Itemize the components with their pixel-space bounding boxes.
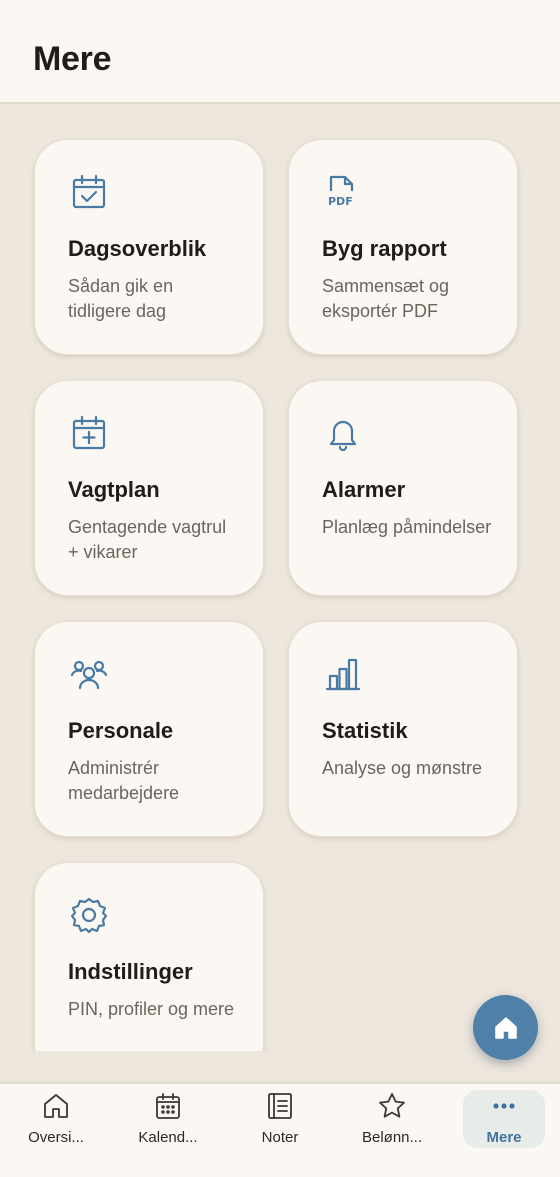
card-title: Personale <box>68 718 174 743</box>
card-personale[interactable]: Personale Administrér medarbejdere <box>34 621 264 837</box>
tab-oversigt[interactable]: Oversi... <box>0 1084 112 1154</box>
page-title: Mere <box>33 40 112 78</box>
card-title: Indstillinger <box>68 959 193 984</box>
card-description: PIN, profiler og mere <box>68 999 235 1019</box>
pdf-file-icon: PDF <box>325 174 361 210</box>
tab-beloenninger[interactable]: Belønn... <box>336 1084 448 1154</box>
card-description: Gentagende vagtrul + vikarer <box>68 517 227 562</box>
card-title: Alarmer <box>322 477 406 502</box>
bell-icon <box>325 415 361 451</box>
calendar-check-icon <box>71 174 107 210</box>
tab-label: Oversi... <box>28 1129 84 1146</box>
card-alarmer[interactable]: Alarmer Planlæg påmindelser <box>288 380 518 596</box>
card-byg-rapport[interactable]: PDF Byg rapport Sammensæt og eksportér P… <box>288 139 518 355</box>
card-title: Dagsoverblik <box>68 236 207 261</box>
card-description: Planlæg påmindelser <box>322 517 492 537</box>
star-icon <box>377 1091 407 1121</box>
tab-label: Kalend... <box>138 1129 198 1146</box>
tab-label: Belønn... <box>361 1129 423 1146</box>
tab-label: Noter <box>261 1129 299 1146</box>
card-description: Sammensæt og eksportér PDF <box>322 276 450 321</box>
svg-text:PDF: PDF <box>328 195 353 208</box>
tab-noter[interactable]: Noter <box>224 1084 336 1154</box>
card-statistik[interactable]: Statistik Analyse og mønstre <box>288 621 518 837</box>
bar-chart-icon <box>325 656 361 692</box>
card-description: Analyse og mønstre <box>322 758 483 778</box>
tab-mere[interactable]: Mere <box>456 1084 552 1154</box>
home-icon <box>41 1091 71 1121</box>
card-title: Byg rapport <box>322 236 447 261</box>
tab-label: Mere <box>486 1129 522 1146</box>
more-dots-icon <box>489 1091 519 1121</box>
calendar-icon <box>153 1091 183 1121</box>
card-title: Statistik <box>322 718 408 743</box>
people-icon <box>71 656 107 692</box>
gear-icon <box>71 897 107 933</box>
notes-icon <box>265 1091 295 1121</box>
home-icon <box>494 1016 517 1039</box>
bottom-tab-bar: Oversi... Kalend... Noter Belønn... Mere <box>0 1082 560 1177</box>
card-description: Administrér medarbejdere <box>68 758 180 803</box>
card-indstillinger[interactable]: Indstillinger PIN, profiler og mere <box>34 862 264 1051</box>
card-dagsoverblik[interactable]: Dagsoverblik Sådan gik en tidligere dag <box>34 139 264 355</box>
app-header: Mere <box>0 0 560 104</box>
home-fab-button[interactable] <box>473 995 538 1060</box>
menu-grid: Dagsoverblik Sådan gik en tidligere dag … <box>0 105 560 1051</box>
card-vagtplan[interactable]: Vagtplan Gentagende vagtrul + vikarer <box>34 380 264 596</box>
calendar-plus-icon <box>71 415 107 451</box>
card-description: Sådan gik en tidligere dag <box>68 276 174 321</box>
card-title: Vagtplan <box>68 477 160 502</box>
tab-kalender[interactable]: Kalend... <box>112 1084 224 1154</box>
